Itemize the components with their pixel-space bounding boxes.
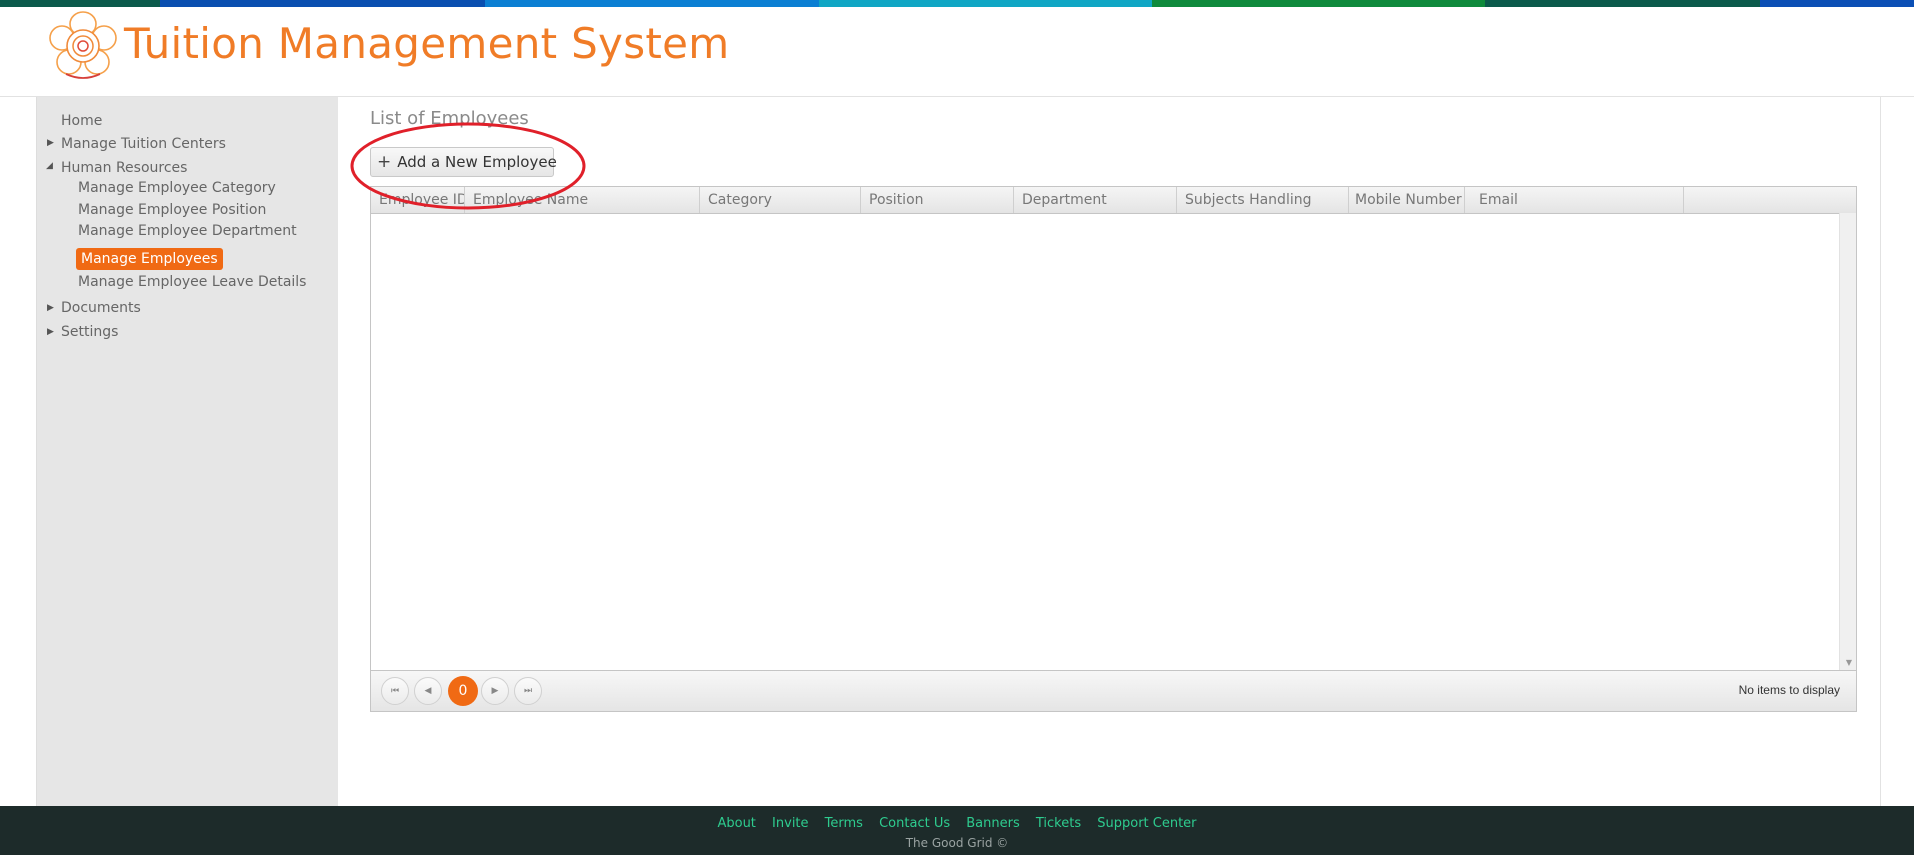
- sidebar-item-documents[interactable]: Documents: [61, 300, 141, 316]
- scroll-down-arrow-icon[interactable]: ▼: [1846, 658, 1852, 667]
- column-header-subjects[interactable]: Subjects Handling: [1177, 187, 1349, 213]
- expand-arrow-icon[interactable]: ▶: [47, 138, 54, 148]
- column-header-empty: [1684, 187, 1856, 213]
- column-header-department[interactable]: Department: [1014, 187, 1177, 213]
- color-segment: [485, 0, 819, 7]
- grid-header: Employee ID Employee Name Category Posit…: [371, 187, 1856, 214]
- sidebar-item-employee-department[interactable]: Manage Employee Department: [78, 223, 297, 239]
- color-segment: [160, 0, 485, 7]
- app-title: Tuition Management System: [124, 19, 730, 68]
- sidebar-item-tuition-centers[interactable]: Manage Tuition Centers: [61, 136, 226, 152]
- column-header-email[interactable]: Email: [1465, 187, 1684, 213]
- page-title: List of Employees: [370, 108, 529, 129]
- pager-info: No items to display: [1738, 683, 1840, 697]
- footer-copyright: The Good Grid ©: [905, 836, 1009, 850]
- color-segment: [819, 0, 1152, 7]
- employee-grid: Employee ID Employee Name Category Posit…: [370, 186, 1857, 712]
- footer-link-invite[interactable]: Invite: [772, 816, 808, 831]
- expand-arrow-icon[interactable]: ▶: [47, 327, 54, 337]
- flower-logo-icon[interactable]: [48, 10, 118, 82]
- first-page-icon[interactable]: ⏮: [381, 677, 409, 705]
- column-header-mobile[interactable]: Mobile Number: [1349, 187, 1465, 213]
- column-header-employee-id[interactable]: Employee ID: [371, 187, 465, 213]
- sidebar-item-human-resources[interactable]: Human Resources: [61, 160, 187, 176]
- footer-link-terms[interactable]: Terms: [825, 816, 863, 831]
- last-page-icon[interactable]: ⏭: [514, 677, 542, 705]
- sidebar-item-employee-leave[interactable]: Manage Employee Leave Details: [78, 274, 306, 290]
- footer: About Invite Terms Contact Us Banners Ti…: [0, 806, 1914, 855]
- footer-link-tickets[interactable]: Tickets: [1036, 816, 1081, 831]
- header: Tuition Management System: [0, 7, 1914, 97]
- footer-link-banners[interactable]: Banners: [966, 816, 1019, 831]
- footer-link-support[interactable]: Support Center: [1097, 816, 1196, 831]
- sidebar-item-employee-category[interactable]: Manage Employee Category: [78, 180, 276, 196]
- add-employee-button[interactable]: + Add a New Employee: [370, 147, 557, 177]
- plus-icon: +: [377, 151, 392, 172]
- top-color-bar: [0, 0, 1914, 7]
- sidebar-item-manage-employees[interactable]: Manage Employees: [76, 248, 223, 270]
- current-page-indicator[interactable]: 0: [448, 676, 478, 706]
- add-employee-label: Add a New Employee: [397, 153, 557, 171]
- next-page-icon[interactable]: ▶: [481, 677, 509, 705]
- sidebar-item-home[interactable]: Home: [61, 113, 102, 129]
- color-segment: [1760, 0, 1914, 7]
- sidebar-item-settings[interactable]: Settings: [61, 324, 118, 340]
- grid-pager: ⏮ ◀ 0 ▶ ⏭ No items to display: [371, 670, 1856, 711]
- color-segment: [1152, 0, 1485, 7]
- footer-links: About Invite Terms Contact Us Banners Ti…: [0, 816, 1914, 831]
- column-header-position[interactable]: Position: [861, 187, 1014, 213]
- prev-page-icon[interactable]: ◀: [414, 677, 442, 705]
- color-segment: [1485, 0, 1760, 7]
- collapse-arrow-icon[interactable]: ◢: [46, 161, 53, 171]
- color-segment: [0, 0, 160, 7]
- footer-link-contact[interactable]: Contact Us: [879, 816, 950, 831]
- column-header-employee-name[interactable]: Employee Name: [465, 187, 700, 213]
- column-header-category[interactable]: Category: [700, 187, 861, 213]
- sidebar-item-employee-position[interactable]: Manage Employee Position: [78, 202, 266, 218]
- expand-arrow-icon[interactable]: ▶: [47, 303, 54, 313]
- grid-scrollbar[interactable]: ▼: [1839, 213, 1856, 671]
- footer-link-about[interactable]: About: [717, 816, 755, 831]
